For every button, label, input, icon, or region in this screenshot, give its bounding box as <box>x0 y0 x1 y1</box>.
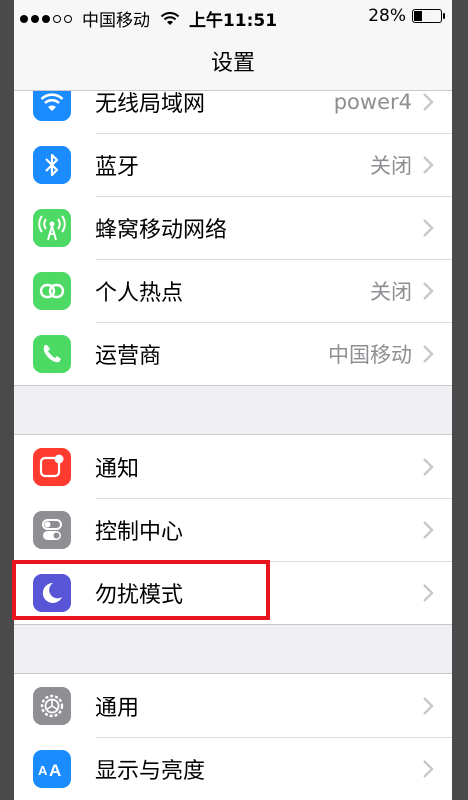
row-cellular[interactable]: 蜂窝移动网络 <box>14 196 452 259</box>
chevron-right-icon <box>423 457 434 476</box>
row-label: 蜂窝移动网络 <box>95 217 228 243</box>
row-label: 个人热点 <box>95 280 184 306</box>
navigation-bar: 设置 <box>14 32 452 91</box>
row-value: power4 <box>333 89 412 114</box>
page-title: 设置 <box>210 51 255 76</box>
row-label: 通用 <box>95 695 140 721</box>
chevron-right-icon <box>423 583 434 602</box>
row-label: 运营商 <box>95 343 162 369</box>
row-label: 通知 <box>95 456 140 482</box>
row-value: 关闭 <box>370 279 412 304</box>
chevron-right-icon <box>423 520 434 539</box>
toggle-switches-icon <box>33 510 71 549</box>
settings-screen: 中国移动 上午11:51 28% 设置 无线局域网 power4 蓝牙 关闭 蜂… <box>14 0 452 800</box>
text-size-icon: AA <box>33 749 71 788</box>
chevron-right-icon <box>423 696 434 715</box>
row-display-brightness[interactable]: AA 显示与亮度 <box>14 737 452 800</box>
settings-group-system: 通知 控制中心 勿扰模式 <box>14 434 452 625</box>
settings-group-connectivity: 无线局域网 power4 蓝牙 关闭 蜂窝移动网络 个人热点 关闭 运营商 中国… <box>14 70 452 386</box>
device-frame: 中国移动 上午11:51 28% 设置 无线局域网 power4 蓝牙 关闭 蜂… <box>0 0 468 800</box>
row-label: 勿扰模式 <box>95 582 184 608</box>
battery-icon <box>412 9 445 23</box>
gear-icon <box>33 686 71 725</box>
chevron-right-icon <box>423 92 434 111</box>
chevron-right-icon <box>423 344 434 363</box>
phone-icon <box>33 334 71 373</box>
row-do-not-disturb[interactable]: 勿扰模式 <box>14 561 452 624</box>
chevron-right-icon <box>423 281 434 300</box>
svg-text:A: A <box>38 763 48 778</box>
row-label: 显示与亮度 <box>95 758 206 784</box>
notification-icon <box>33 447 71 486</box>
row-general[interactable]: 通用 <box>14 674 452 737</box>
battery-percent: 28% <box>368 6 406 26</box>
status-right: 28% <box>368 6 445 26</box>
row-notifications[interactable]: 通知 <box>14 435 452 498</box>
hotspot-icon <box>33 271 71 310</box>
row-bluetooth[interactable]: 蓝牙 关闭 <box>14 133 452 196</box>
row-label: 蓝牙 <box>95 154 140 180</box>
row-value: 关闭 <box>370 153 412 178</box>
bluetooth-icon <box>33 145 71 184</box>
cellular-antenna-icon <box>33 208 71 247</box>
chevron-right-icon <box>423 759 434 778</box>
chevron-right-icon <box>423 218 434 237</box>
row-value: 中国移动 <box>328 342 412 367</box>
row-carrier[interactable]: 运营商 中国移动 <box>14 322 452 385</box>
row-hotspot[interactable]: 个人热点 关闭 <box>14 259 452 322</box>
svg-text:A: A <box>49 761 61 780</box>
settings-group-general: 通用 AA 显示与亮度 <box>14 673 452 800</box>
row-control-center[interactable]: 控制中心 <box>14 498 452 561</box>
moon-icon <box>33 573 71 612</box>
chevron-right-icon <box>423 155 434 174</box>
settings-list: 无线局域网 power4 蓝牙 关闭 蜂窝移动网络 个人热点 关闭 运营商 中国… <box>14 70 452 800</box>
status-bar: 中国移动 上午11:51 28% <box>14 0 452 32</box>
row-label: 控制中心 <box>95 519 184 545</box>
